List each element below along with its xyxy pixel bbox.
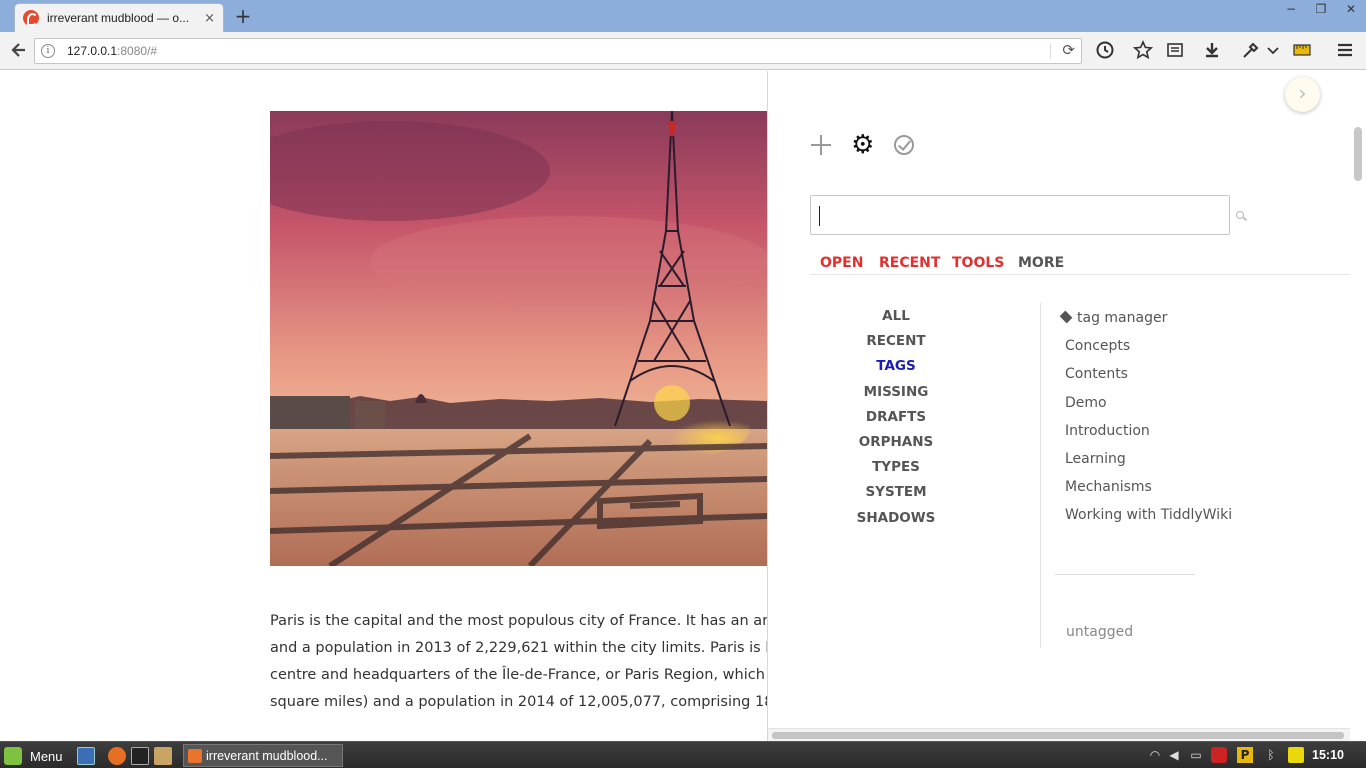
page-controls: ⚙ [810,132,928,158]
desktop-taskbar: Menu irreverant mudblood... ◠ ◀ ▭ P ᛒ 15… [0,741,1366,768]
article-line: Paris is the capital and the most populo… [270,613,767,629]
terminal-icon[interactable] [131,747,149,765]
minimize-button[interactable]: − [1280,2,1302,16]
tools-wrench-icon[interactable] [1240,40,1262,62]
browser-toolbar: i 127.0.0.1:8080/# ⟳ [0,32,1366,70]
untagged-link[interactable]: untagged [1066,624,1133,640]
article-line: square miles) and a population in 2014 o… [270,694,767,710]
clock[interactable]: 15:10 [1312,748,1344,762]
browser-tab[interactable]: irreverant mudblood — o... × [14,3,224,32]
subtab-types[interactable]: TYPES [810,459,982,475]
horizontal-scrollbar[interactable] [768,728,1350,741]
tag-pill[interactable]: Demo [1065,395,1107,411]
hamburger-menu-icon[interactable] [1334,40,1356,62]
subtab-tags[interactable]: TAGS [810,358,982,374]
history-icon[interactable] [1094,40,1116,62]
url-separator [1050,43,1051,59]
tab-close-icon[interactable]: × [204,11,215,26]
restore-button[interactable]: ❐ [1310,2,1332,16]
article-line: and a population in 2013 of 2,229,621 wi… [270,640,767,656]
close-window-button[interactable]: ✕ [1340,2,1362,16]
files-folder-icon[interactable] [154,747,172,765]
horizontal-scroll-thumb[interactable] [772,732,1344,739]
extension-ruler-icon[interactable] [1291,40,1313,62]
bookmark-star-icon[interactable] [1132,40,1154,62]
subtab-divider [1040,303,1041,648]
url-bar[interactable]: i 127.0.0.1:8080/# ⟳ [34,38,1082,64]
subtab-drafts[interactable]: DRAFTS [810,409,982,425]
tag-pill[interactable]: Contents [1065,366,1128,382]
tab-title: irreverant mudblood — o... [47,11,190,25]
reading-list-icon[interactable] [1164,40,1186,62]
article-body: Paris is the capital and the most populo… [270,608,767,716]
subtab-system[interactable]: SYSTEM [810,484,982,500]
chevron-down-icon[interactable] [1262,40,1284,62]
tiddlywiki-favicon-icon [23,10,39,26]
browser-window-icon [188,748,202,763]
search-box[interactable] [810,195,1230,235]
page-viewport: Paris is the capital and the most populo… [0,71,1366,741]
subtab-all[interactable]: ALL [810,308,982,324]
story-river: Paris is the capital and the most populo… [0,71,767,741]
site-info-icon[interactable]: i [41,44,55,58]
volume-icon[interactable]: ◀ [1166,747,1182,763]
wifi-icon[interactable]: ◠ [1147,747,1163,763]
save-checkmark-icon[interactable] [893,135,914,155]
browser-tab-bar: irreverant mudblood — o... × + − ❐ ✕ [0,0,1366,32]
vertical-scrollbar[interactable] [1350,71,1366,741]
text-caret [819,206,820,226]
article-line: centre and headquarters of the Île-de-Fr… [270,667,767,683]
tag-pill[interactable]: Learning [1065,451,1126,467]
back-arrow-icon[interactable] [8,40,30,62]
mint-logo-icon [4,747,22,765]
search-input[interactable] [811,196,1229,234]
start-menu-button[interactable]: Menu [4,746,63,766]
tab-tools[interactable]: TOOLS [952,255,1004,271]
bluetooth-icon[interactable]: ᛒ [1263,747,1279,763]
taskbar-window-title: irreverant mudblood... [206,748,328,763]
subtab-missing[interactable]: MISSING [810,384,982,400]
new-tiddler-plus-icon[interactable] [810,134,832,156]
download-icon[interactable] [1201,40,1223,62]
sidebar-tabs: OPEN RECENT TOOLS MORE [810,253,1351,275]
clipboard-p-icon[interactable]: P [1237,747,1253,763]
tab-open[interactable]: OPEN [820,255,863,271]
tag-manager-link[interactable]: tag manager [1059,310,1167,326]
tag-pill[interactable]: Introduction [1065,423,1150,439]
sidebar-toggle-button[interactable]: › [1285,77,1320,112]
tag-list-divider [1055,574,1195,575]
reload-icon[interactable]: ⟳ [1062,41,1075,59]
search-icon[interactable] [1236,211,1244,219]
tag-pill[interactable]: Concepts [1065,338,1130,354]
taskbar-window-item[interactable]: irreverant mudblood... [183,744,343,767]
tag-pill[interactable]: Working with TiddlyWiki [1065,507,1232,523]
notes-icon[interactable] [1288,747,1304,763]
menu-label: Menu [30,748,63,764]
tag-pill[interactable]: Mechanisms [1065,479,1152,495]
tag-icon [1059,310,1073,324]
shield-icon[interactable] [1211,747,1227,763]
control-panel-gear-icon[interactable]: ⚙ [851,132,874,158]
power-icon[interactable]: ▭ [1188,747,1204,763]
vertical-scroll-thumb[interactable] [1354,127,1362,181]
subtab-shadows[interactable]: SHADOWS [810,510,982,526]
show-desktop-icon[interactable] [77,747,95,765]
tab-more[interactable]: MORE [1018,255,1064,271]
firefox-icon[interactable] [108,747,126,765]
sidebar: › ⚙ OPEN RECENT TOOLS MORE ALL RECENT TA… [767,71,1351,741]
subtab-recent[interactable]: RECENT [810,333,982,349]
eiffel-tower-photo [270,111,767,566]
tab-recent[interactable]: RECENT [879,255,940,271]
new-tab-button[interactable]: + [232,6,254,26]
subtab-orphans[interactable]: ORPHANS [810,434,982,450]
url-text[interactable]: 127.0.0.1:8080/# [67,44,157,58]
